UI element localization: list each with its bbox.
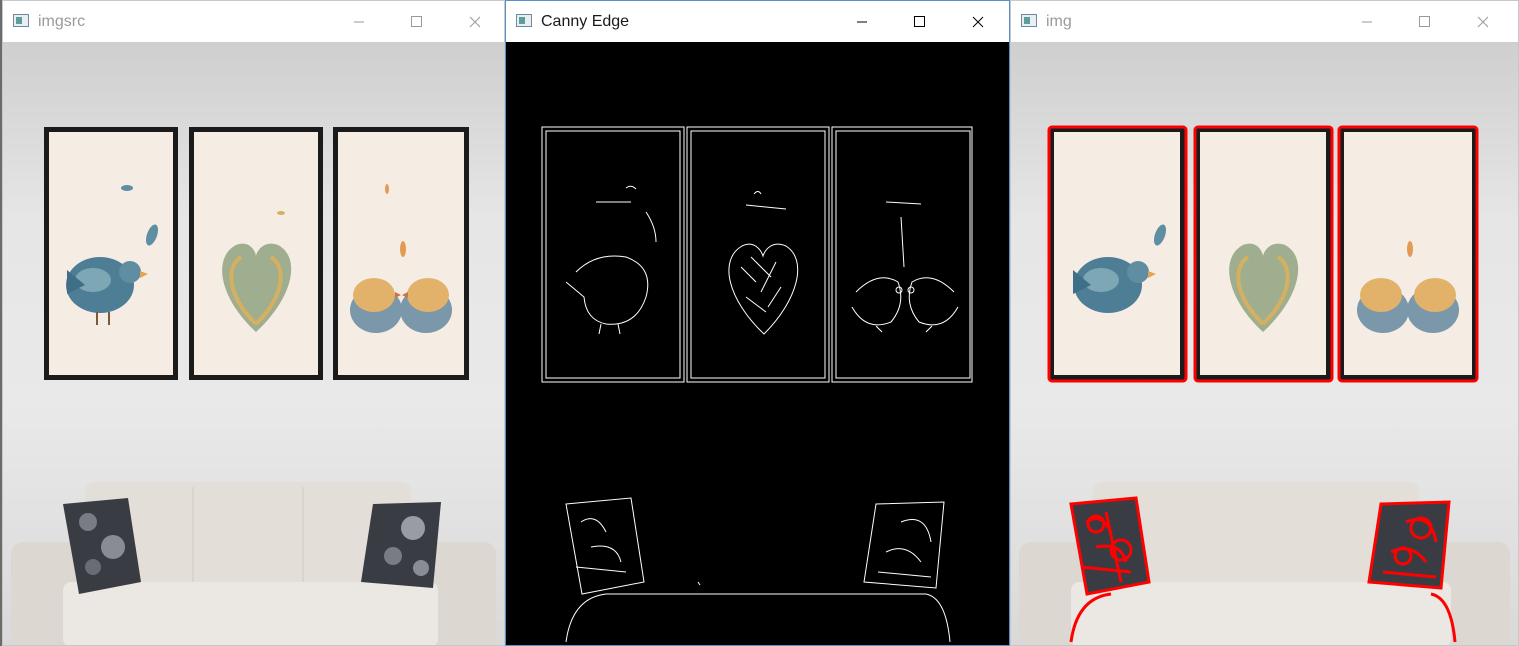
close-button[interactable] [955, 5, 1001, 38]
close-icon [972, 16, 984, 27]
title-bar[interactable]: Canny Edge [506, 1, 1009, 42]
maximize-icon [914, 15, 925, 27]
edge-map [541, 126, 973, 643]
room-scene-with-contours [1019, 125, 1510, 645]
close-icon [1477, 16, 1489, 27]
maximize-button[interactable] [1402, 5, 1448, 38]
sofa [11, 482, 496, 645]
maximize-button[interactable] [394, 5, 440, 38]
minimize-button[interactable] [336, 5, 382, 38]
maximize-icon [1419, 15, 1430, 27]
title-bar[interactable]: imgsrc [3, 1, 504, 42]
minimize-icon [354, 21, 364, 22]
room-scene [11, 127, 496, 645]
image-canvas-source [3, 42, 504, 645]
image-window-icon [516, 14, 532, 27]
window-title: imgsrc [38, 13, 86, 30]
window-img[interactable]: img [1010, 0, 1519, 646]
close-button[interactable] [452, 5, 498, 38]
image-canvas-edges [506, 42, 1009, 645]
window-imgsrc[interactable]: imgsrc [2, 0, 505, 646]
close-icon [469, 16, 481, 27]
image-window-icon [1021, 14, 1037, 27]
window-title: Canny Edge [541, 13, 630, 30]
maximize-button[interactable] [897, 5, 943, 38]
title-bar[interactable]: img [1011, 1, 1518, 42]
poster-frame-2 [189, 127, 323, 380]
minimize-icon [857, 21, 867, 22]
minimize-button[interactable] [839, 5, 885, 38]
maximize-icon [411, 15, 422, 27]
minimize-button[interactable] [1344, 5, 1390, 38]
poster-frame-3 [333, 127, 469, 380]
window-canny-edge[interactable]: Canny Edge [505, 0, 1010, 646]
close-button[interactable] [1460, 5, 1506, 38]
poster-frame-1 [44, 127, 178, 380]
image-canvas-result [1011, 42, 1518, 645]
image-window-icon [13, 14, 29, 27]
window-title: img [1046, 13, 1072, 30]
minimize-icon [1362, 21, 1372, 22]
